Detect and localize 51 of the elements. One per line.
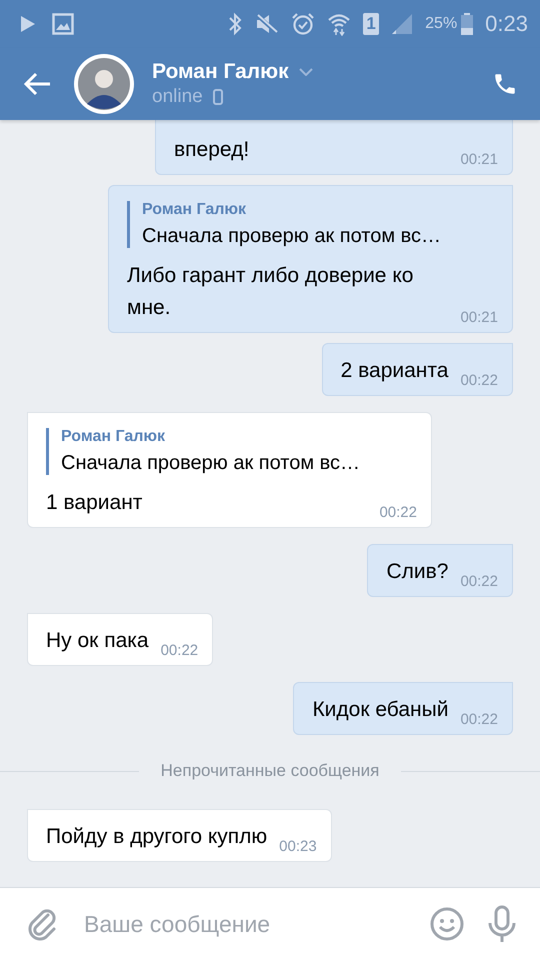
- message-bubble[interactable]: Кидок ебаный 00:22: [293, 682, 513, 735]
- image-icon: [52, 13, 74, 35]
- online-status: online: [152, 86, 203, 108]
- paperclip-icon[interactable]: [28, 907, 58, 941]
- message-text: Пойду в другого куплю: [46, 824, 268, 850]
- muted-speaker-icon: [255, 13, 280, 35]
- message-time: 00:22: [460, 711, 498, 728]
- message-time: 00:22: [160, 642, 198, 659]
- wifi-icon: [327, 12, 352, 36]
- back-arrow-icon[interactable]: [24, 72, 52, 96]
- bluetooth-icon: [227, 12, 244, 36]
- reply-text: Сначала проверю ак потом вс…: [61, 452, 362, 475]
- quoted-reply[interactable]: Роман Галюк Сначала проверю ак потом вс…: [46, 428, 417, 475]
- message-bubble[interactable]: Роман Галюк Сначала проверю ак потом вс… 1 вариант 00:22: [27, 412, 432, 528]
- message-bubble[interactable]: Пойду в другого куплю 00:23: [27, 809, 332, 862]
- message-time: 00:22: [460, 573, 498, 590]
- quoted-reply[interactable]: Роман Галюк Сначала проверю ак потом вс…: [127, 201, 498, 248]
- message-bubble[interactable]: 2 варианта 00:22: [322, 343, 513, 396]
- unread-divider-label: Непрочитанные сообщения: [160, 761, 380, 781]
- sim-badge: 1: [363, 13, 380, 35]
- alarm-icon: [291, 12, 316, 36]
- message-time: 00:21: [460, 309, 498, 326]
- message-bubble[interactable]: Ну ок пака 00:22: [27, 613, 214, 666]
- message-time: 00:21: [460, 151, 498, 168]
- clock-time: 0:23: [485, 11, 528, 37]
- message-time: 00:22: [460, 372, 498, 389]
- chevron-down-icon[interactable]: [298, 68, 313, 76]
- message-bubble[interactable]: Слив? 00:22: [367, 544, 513, 597]
- message-text: вперед!: [174, 137, 250, 163]
- phone-device-icon: [212, 89, 223, 105]
- message-time: 00:22: [379, 504, 417, 521]
- reply-text: Сначала проверю ак потом вс…: [142, 225, 442, 248]
- message-text: 1 вариант: [46, 490, 142, 516]
- signal-icon: [391, 13, 414, 35]
- message-time: 00:23: [279, 838, 317, 855]
- avatar-icon[interactable]: [74, 54, 134, 114]
- microphone-icon[interactable]: [488, 905, 516, 943]
- battery-icon: [461, 13, 474, 35]
- reply-author: Роман Галюк: [142, 201, 248, 219]
- battery-percent: 25%: [425, 15, 458, 33]
- message-text: Слив?: [386, 559, 448, 585]
- message-bubble[interactable]: Роман Галюк Сначала проверю ак потом вс… Либо гарант либо доверие ко мне. 00:21: [108, 185, 513, 333]
- contact-name[interactable]: Роман Галюк: [152, 60, 289, 84]
- play-icon: [20, 15, 36, 33]
- message-text: Кидок ебаный: [312, 697, 448, 723]
- message-text: Ну ок пака: [46, 628, 149, 654]
- emoji-icon[interactable]: [430, 907, 464, 941]
- reply-author: Роман Галюк: [61, 428, 166, 446]
- message-text: 2 варианта: [340, 358, 448, 384]
- message-text: Либо гарант либо доверие ко мне.: [127, 263, 414, 321]
- message-bubble[interactable]: вперед! 00:21: [155, 120, 513, 175]
